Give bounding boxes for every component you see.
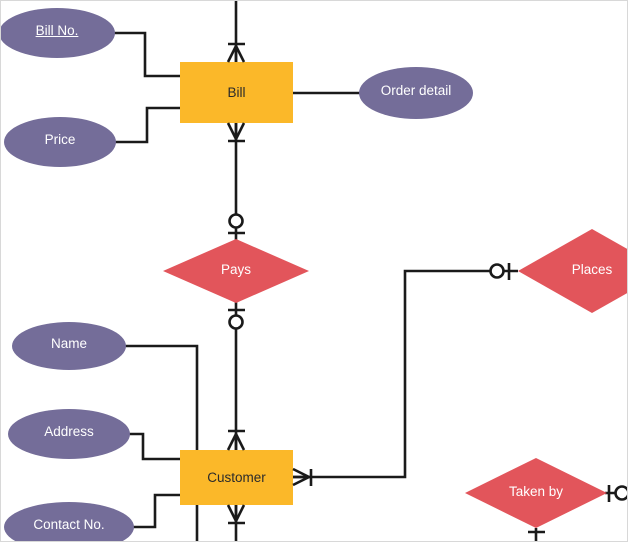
marker-bill-bottom-many	[226, 122, 246, 143]
marker-customer-top-many	[226, 429, 246, 451]
connector-customer-to-places	[293, 269, 518, 479]
er-diagram-canvas: Bill No. Price Order detail Name Address…	[0, 0, 628, 542]
connector-bill-no-to-bill	[114, 31, 181, 78]
entity-rect-customer[interactable]	[180, 450, 293, 505]
attribute-ellipse-address[interactable]	[8, 409, 130, 459]
marker-customer-right-many	[292, 467, 313, 487]
attribute-ellipse-contact-no[interactable]	[4, 502, 134, 542]
connector-address-to-customer	[129, 432, 181, 461]
attribute-ellipse-bill-no[interactable]	[0, 8, 115, 58]
diagram-svg	[0, 0, 628, 542]
connector-price-to-bill	[115, 106, 181, 144]
entity-rect-bill[interactable]	[180, 62, 293, 123]
attribute-ellipse-order-detail[interactable]	[359, 67, 473, 119]
attribute-ellipse-name[interactable]	[12, 322, 126, 370]
relationship-diamond-taken-by[interactable]	[465, 458, 607, 528]
connector-contact-no-to-customer	[133, 493, 181, 529]
attribute-ellipse-price[interactable]	[4, 117, 116, 167]
marker-bill-top-many	[226, 42, 246, 63]
relationship-diamond-pays[interactable]	[163, 239, 309, 303]
relationship-diamond-places[interactable]	[518, 229, 628, 313]
marker-customer-bottom-many	[226, 504, 246, 525]
